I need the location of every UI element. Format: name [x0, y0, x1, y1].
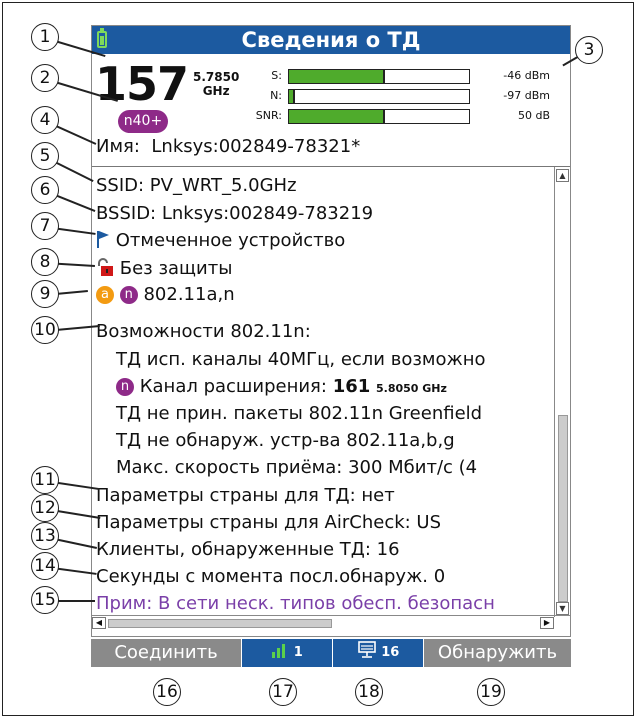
callout-number: 19 — [477, 678, 505, 706]
vertical-scrollbar[interactable]: ▲ ▼ — [554, 167, 570, 617]
mode-badge: n40+ — [118, 110, 168, 133]
proto-a-icon: a — [96, 286, 114, 304]
callout-number: 10 — [31, 316, 59, 344]
callout-number: 18 — [355, 678, 383, 706]
callout-number: 12 — [31, 494, 59, 522]
connect-button[interactable]: Соединить — [91, 639, 241, 667]
signal-bar — [288, 69, 470, 84]
scroll-up-icon[interactable]: ▲ — [556, 169, 569, 182]
clients-icon — [357, 641, 376, 658]
country-aircheck-line: Параметры страны для AirCheck: US — [96, 512, 442, 533]
callout-number: 13 — [31, 522, 59, 550]
channel-number: 157 — [95, 57, 189, 111]
page-title: Сведения о ТД — [241, 28, 421, 52]
cap-greenfield: ТД не прин. пакеты 802.11n Greenfield — [116, 403, 483, 424]
security-line: Без защиты — [96, 257, 232, 279]
ap-name: Имя: Lnksys:002849-78321* — [96, 136, 361, 157]
flagged-line: Отмеченное устройство — [96, 230, 345, 251]
discover-button[interactable]: Обнаружить — [424, 639, 571, 667]
proto-n-icon: n — [116, 378, 134, 396]
scroll-down-icon[interactable]: ▼ — [556, 602, 569, 615]
callout-number: 16 — [153, 678, 181, 706]
snr-bar — [288, 109, 470, 124]
details-list[interactable]: SSID: PV_WRT_5.0GHz BSSID: Lnksys:002849… — [92, 167, 554, 615]
callout-number: 8 — [31, 248, 59, 276]
callout-number: 2 — [31, 64, 59, 92]
callout-number: 15 — [31, 586, 59, 614]
ap-details-screen: Сведения о ТД 157 5.7850 GHz n40+ S: -46… — [91, 25, 571, 637]
signal-view-button[interactable]: 1 — [242, 639, 332, 667]
noise-fill — [289, 90, 295, 103]
unlocked-lock-icon — [98, 258, 113, 276]
bssid-line: BSSID: Lnksys:002849-783219 — [96, 203, 374, 224]
seconds-line: Секунды с момента посл.обнаруж. 0 — [96, 566, 446, 587]
caps-header: Возможности 802.11n: — [96, 321, 311, 342]
callout-number: 14 — [31, 552, 59, 580]
scroll-right-icon[interactable]: ▶ — [540, 617, 554, 629]
horizontal-scrollbar[interactable]: ◀ ▶ — [92, 615, 570, 630]
cap-legacy: ТД не обнаруж. устр-ва 802.11a,b,g — [116, 430, 455, 451]
proto-n-icon: n — [119, 286, 138, 304]
scroll-left-icon[interactable]: ◀ — [92, 617, 106, 629]
cap-extension-channel: n Канал расширения: 161 5.8050 GHz — [116, 376, 447, 397]
callout-number: 5 — [31, 142, 59, 170]
scroll-thumb[interactable] — [558, 415, 568, 602]
country-ap-line: Параметры страны для ТД: нет — [96, 485, 395, 506]
standards-line: a n 802.11a,n — [96, 284, 235, 305]
callout-number: 6 — [31, 176, 59, 204]
flag-icon — [97, 231, 109, 248]
title-bar: Сведения о ТД — [92, 26, 570, 54]
callout-number: 3 — [575, 36, 603, 64]
snr-fill — [289, 110, 385, 123]
cap-max-rate: Макс. скорость приёма: 300 Мбит/с (4 — [116, 457, 478, 478]
callout-number: 4 — [31, 106, 59, 134]
scroll-thumb-horizontal[interactable] — [108, 619, 332, 628]
clients-view-button[interactable]: 16 — [333, 639, 423, 667]
cap-40mhz: ТД исп. каналы 40МГц, если возможно — [116, 349, 486, 370]
ssid-line: SSID: PV_WRT_5.0GHz — [96, 175, 297, 196]
callout-number: 7 — [31, 212, 59, 240]
softkey-bar: Соединить 1 16 Обнаружить — [91, 639, 571, 667]
callout-number: 17 — [269, 678, 297, 706]
security-note: Прим: В сети неск. типов обесп. безопасн — [96, 593, 495, 614]
clients-line: Клиенты, обнаруженные ТД: 16 — [96, 539, 400, 560]
callout-number: 1 — [31, 23, 59, 51]
signal-bars-icon — [272, 644, 286, 658]
signal-fill — [289, 70, 385, 83]
callout-number: 9 — [31, 280, 59, 308]
callout-number: 11 — [31, 466, 59, 494]
noise-bar — [288, 89, 470, 104]
